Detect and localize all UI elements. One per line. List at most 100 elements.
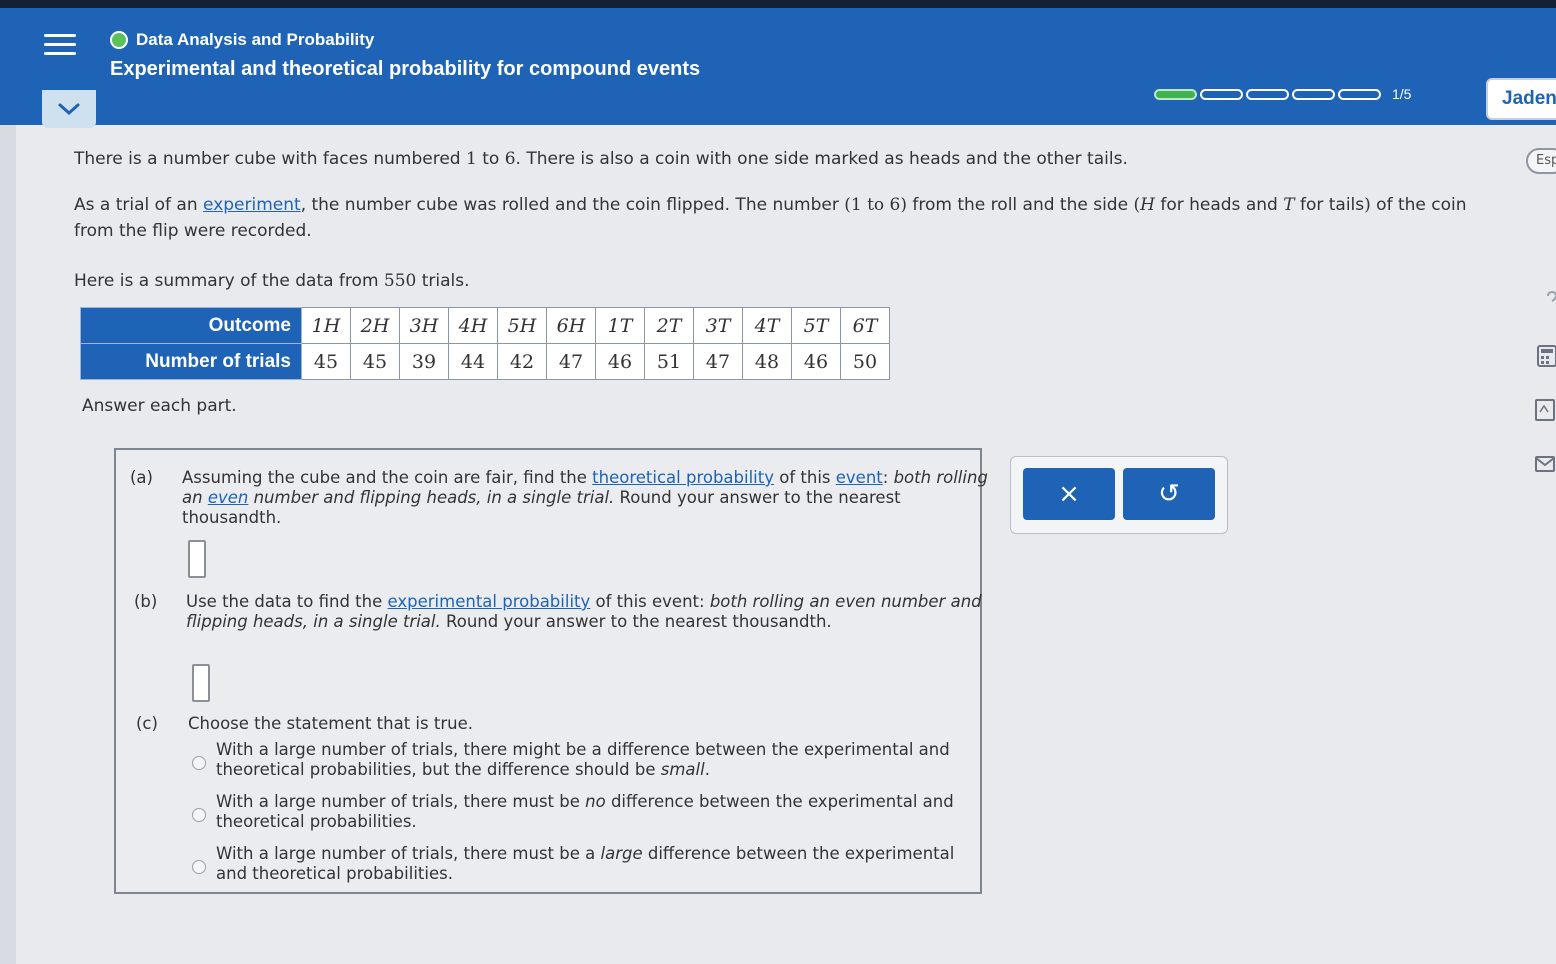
text: to <box>476 149 505 169</box>
option-2[interactable]: With a large number of trials, there mus… <box>216 792 956 832</box>
problem-intro: There is a number cube with faces number… <box>74 146 1128 172</box>
progress-text: 1/5 <box>1392 86 1412 102</box>
table-cell: 1T <box>595 307 645 344</box>
action-panel: × ↺ <box>1010 456 1228 534</box>
calculator-icon[interactable] <box>1534 344 1556 368</box>
experiment-link[interactable]: experiment <box>203 195 301 215</box>
text: With a large number of trials, there mus… <box>216 792 586 811</box>
table-cell: 47 <box>546 343 596 380</box>
text: for heads and <box>1154 195 1284 215</box>
table-cell: 3T <box>693 307 743 344</box>
table-row: Number of trials 45 45 39 44 42 47 46 51… <box>80 343 890 380</box>
row-header: Number of trials <box>80 343 302 380</box>
option-3[interactable]: With a large number of trials, there mus… <box>216 844 956 884</box>
subject-row: Data Analysis and Probability <box>110 30 374 50</box>
table-cell: 44 <box>448 343 498 380</box>
subject-title: Data Analysis and Probability <box>136 30 375 49</box>
part-a: (a) Assuming the cube and the coin are f… <box>130 468 990 528</box>
undo-icon: ↺ <box>1158 479 1180 509</box>
table-cell: 4H <box>448 307 498 344</box>
question-icon[interactable] <box>1534 290 1556 314</box>
language-button[interactable]: Esp <box>1526 148 1556 174</box>
question-icon-glyph <box>1547 290 1556 302</box>
user-menu-button[interactable]: Jaden <box>1486 78 1556 120</box>
text: no <box>585 792 606 811</box>
text: trials. <box>416 271 470 291</box>
table-cell: 39 <box>399 343 449 380</box>
table-cell: 1H <box>301 307 351 344</box>
text: There is a number cube with faces number… <box>74 149 466 169</box>
table-cell: 45 <box>350 343 400 380</box>
table-row: Outcome 1H 2H 3H 4H 5H 6H 1T 2T 3T 4T 5T… <box>80 307 890 344</box>
table-cell: 3H <box>399 307 449 344</box>
theoretical-probability-link[interactable]: theoretical probability <box>592 468 774 487</box>
text: of this event: <box>590 592 710 611</box>
option-radio-2[interactable] <box>192 808 206 822</box>
text: from the roll and the side <box>907 195 1134 215</box>
math: 1 <box>466 149 477 169</box>
text: With a large number of trials, there mig… <box>216 740 950 779</box>
undo-button[interactable]: ↺ <box>1123 468 1215 520</box>
status-dot <box>110 31 128 49</box>
answer-input-b[interactable] <box>192 664 210 702</box>
math-var: T <box>1283 195 1295 215</box>
collapse-toggle[interactable] <box>42 90 96 128</box>
progress-segment <box>1292 88 1335 100</box>
top-bar: Data Analysis and Probability Experiment… <box>0 0 1556 125</box>
text: Assuming the cube and the coin are fair,… <box>182 468 593 487</box>
text: : <box>882 468 894 487</box>
progress-segment <box>1338 88 1381 100</box>
problem-experiment: As a trial of an experiment, the number … <box>74 192 1494 244</box>
topic-title: Experimental and theoretical probability… <box>110 58 701 80</box>
row-header: Outcome <box>80 307 302 344</box>
part-c: (c) Choose the statement that is true. <box>136 714 996 738</box>
option-radio-3[interactable] <box>192 860 206 874</box>
text: Round your answer to the nearest thousan… <box>440 612 832 631</box>
progress-segment <box>1200 88 1243 100</box>
chevron-down-icon <box>58 103 80 116</box>
left-edge <box>0 0 16 964</box>
part-label: (a) <box>130 468 153 487</box>
answer-each-text: Answer each part. <box>82 396 237 416</box>
even-link[interactable]: even <box>208 488 249 507</box>
question-box: (a) Assuming the cube and the coin are f… <box>114 448 988 894</box>
calculator-icon-glyph <box>1537 345 1556 367</box>
event-link[interactable]: event <box>836 468 883 487</box>
table-cell: 48 <box>742 343 792 380</box>
part-c-prompt: Choose the statement that is true. <box>188 714 473 733</box>
math: ) <box>1364 195 1371 215</box>
mail-icon-glyph <box>1535 456 1555 472</box>
text: , the number cube was rolled and the coi… <box>300 195 845 215</box>
text: With a large number of trials, there mus… <box>216 844 601 863</box>
table-cell: 4T <box>742 307 792 344</box>
text: Use the data to find the <box>186 592 388 611</box>
table-cell: 5H <box>497 307 547 344</box>
menu-icon[interactable] <box>44 34 76 60</box>
part-b: (b) Use the data to find the experimenta… <box>134 592 994 652</box>
book-icon[interactable] <box>1534 398 1556 422</box>
part-b-text: Use the data to find the experimental pr… <box>186 592 996 632</box>
text: . <box>704 760 710 779</box>
table-cell: 51 <box>644 343 694 380</box>
progress-segment <box>1246 88 1289 100</box>
option-radio-1[interactable] <box>192 756 206 770</box>
table-cell: 2T <box>644 307 694 344</box>
table-cell: 6H <box>546 307 596 344</box>
close-icon: × <box>1058 479 1080 509</box>
book-icon-glyph <box>1535 399 1555 421</box>
text: of this <box>774 468 836 487</box>
table-cell: 45 <box>301 343 351 380</box>
window-edge <box>0 0 1556 8</box>
table-cell: 46 <box>791 343 841 380</box>
table-cell: 47 <box>693 343 743 380</box>
table-cell: 2H <box>350 307 400 344</box>
answer-input-a[interactable] <box>188 540 206 578</box>
clear-button[interactable]: × <box>1023 468 1115 520</box>
problem-summary: Here is a summary of the data from 550 t… <box>74 268 470 294</box>
progress-bar: 1/5 <box>1154 86 1411 102</box>
text: As a trial of an <box>74 195 204 215</box>
option-1[interactable]: With a large number of trials, there mig… <box>216 740 956 780</box>
experimental-probability-link[interactable]: experimental probability <box>388 592 591 611</box>
mail-icon[interactable] <box>1534 452 1556 476</box>
text: small <box>660 760 705 779</box>
